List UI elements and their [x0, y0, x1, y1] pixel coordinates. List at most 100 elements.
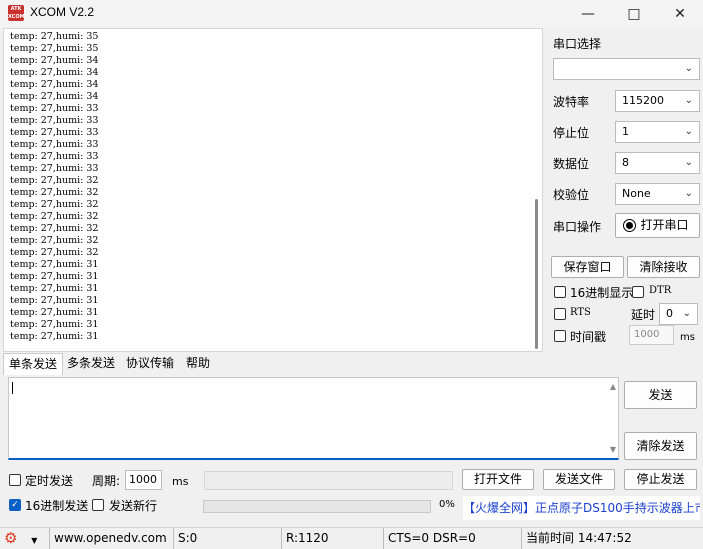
- port-select-label: 串口选择: [553, 37, 602, 51]
- receive-line: temp: 27,humi: 31: [10, 331, 99, 342]
- send-newline-label: 发送新行: [109, 499, 158, 513]
- app-logo-icon: ATK XCOM: [8, 5, 24, 21]
- tab-multi-send[interactable]: 多条发送: [62, 353, 120, 375]
- databits-select[interactable]: 8 ⌄: [615, 152, 700, 174]
- hex-display-checkbox[interactable]: [554, 286, 566, 298]
- receive-line: temp: 27,humi: 31: [10, 319, 99, 330]
- timed-send-checkbox[interactable]: [9, 474, 21, 486]
- baud-label: 波特率: [553, 95, 590, 109]
- parity-label: 校验位: [553, 188, 590, 202]
- timestamp-ms-input[interactable]: 1000: [629, 325, 674, 345]
- period-input[interactable]: 1000: [125, 470, 162, 490]
- send-progress-bar: [203, 500, 431, 513]
- gear-icon: ⚙: [4, 529, 18, 547]
- receive-line: temp: 27,humi: 34: [10, 91, 99, 102]
- tab-single-send[interactable]: 单条发送: [3, 353, 64, 375]
- open-port-label: 打开串口: [640, 218, 689, 232]
- port-op-label: 串口操作: [553, 220, 602, 234]
- chevron-down-icon: ⌄: [684, 157, 693, 168]
- receive-scrollbar[interactable]: [535, 199, 538, 349]
- timed-send-label: 定时发送: [25, 474, 74, 488]
- clear-receive-button[interactable]: 清除接收: [627, 256, 700, 278]
- receive-line: temp: 27,humi: 34: [10, 67, 99, 78]
- stop-send-button[interactable]: 停止发送: [624, 469, 697, 490]
- chevron-down-icon: ⌄: [684, 63, 693, 74]
- status-bar: ⚙ ▼ www.openedv.com S:0 R:1120 CTS=0 DSR…: [0, 527, 703, 549]
- receive-line: temp: 27,humi: 31: [10, 259, 99, 270]
- stopbits-select[interactable]: 1 ⌄: [615, 121, 700, 143]
- receive-line: temp: 27,humi: 32: [10, 175, 99, 186]
- chevron-down-icon: ⌄: [684, 126, 693, 137]
- receive-line: temp: 27,humi: 32: [10, 199, 99, 210]
- receive-lines: temp: 27,humi: 35 temp: 27,humi: 35 temp: …: [10, 31, 98, 343]
- dtr-checkbox[interactable]: [632, 286, 644, 298]
- send-newline-checkbox[interactable]: [92, 499, 104, 511]
- scroll-down-icon[interactable]: ▼: [610, 445, 616, 454]
- current-time: 当前时间 14:47:52: [526, 531, 632, 545]
- receive-area[interactable]: temp: 27,humi: 35 temp: 27,humi: 35 temp: …: [3, 28, 543, 352]
- receive-line: temp: 27,humi: 35: [10, 31, 99, 42]
- minimize-icon[interactable]: —: [565, 0, 611, 28]
- baud-select[interactable]: 115200 ⌄: [615, 90, 700, 112]
- parity-select[interactable]: None ⌄: [615, 183, 700, 205]
- progress-percent: 0%: [439, 499, 455, 510]
- receive-line: temp: 27,humi: 34: [10, 79, 99, 90]
- receive-line: temp: 27,humi: 33: [10, 127, 99, 138]
- send-button[interactable]: 发送: [624, 381, 697, 409]
- receive-line: temp: 27,humi: 32: [10, 211, 99, 222]
- receive-line: temp: 27,humi: 34: [10, 55, 99, 66]
- website-link[interactable]: www.openedv.com: [50, 528, 174, 549]
- timestamp-label: 时间戳: [570, 330, 607, 344]
- receive-line: temp: 27,humi: 33: [10, 139, 99, 150]
- receive-line: temp: 27,humi: 31: [10, 271, 99, 282]
- signal-status: CTS=0 DSR=0 DCD=0: [384, 528, 522, 549]
- sent-count: S:0: [174, 528, 282, 549]
- received-count[interactable]: R:1120: [282, 528, 384, 549]
- send-input[interactable]: ▲ ▼: [8, 377, 619, 460]
- rts-label: RTS: [570, 307, 591, 318]
- title-bar: ATK XCOM XCOM V2.2 — □ ✕: [0, 0, 703, 28]
- timestamp-ms-unit: ms: [680, 332, 695, 343]
- receive-line: temp: 27,humi: 32: [10, 187, 99, 198]
- chevron-down-icon: ▼: [31, 536, 38, 545]
- delay-label: 延时: [631, 308, 656, 322]
- clear-send-button[interactable]: 清除发送: [624, 432, 697, 460]
- chevron-down-icon: ⌄: [684, 188, 693, 199]
- tab-help[interactable]: 帮助: [181, 353, 215, 375]
- maximize-icon[interactable]: □: [611, 0, 657, 28]
- file-path-field[interactable]: [204, 471, 453, 490]
- port-select[interactable]: ⌄: [553, 58, 700, 80]
- dtr-label: DTR: [649, 285, 672, 296]
- tab-protocol[interactable]: 协议传输: [121, 353, 179, 375]
- hex-display-label: 16进制显示: [570, 286, 634, 300]
- receive-line: temp: 27,humi: 33: [10, 163, 99, 174]
- receive-line: temp: 27,humi: 31: [10, 307, 99, 318]
- ad-link[interactable]: 【火爆全网】正点原子DS100手持示波器上市: [463, 496, 700, 520]
- send-file-button[interactable]: 发送文件: [543, 469, 615, 490]
- open-file-button[interactable]: 打开文件: [462, 469, 534, 490]
- receive-line: temp: 27,humi: 33: [10, 151, 99, 162]
- delay-select[interactable]: 0 ⌄: [659, 303, 698, 325]
- settings-menu[interactable]: ⚙ ▼: [0, 528, 50, 549]
- port-status-icon: [623, 219, 636, 232]
- hex-send-label: 16进制发送: [25, 499, 89, 513]
- period-ms-unit: ms: [172, 475, 189, 488]
- timestamp-checkbox[interactable]: [554, 330, 566, 342]
- databits-label: 数据位: [553, 157, 590, 171]
- text-cursor: [12, 382, 13, 394]
- receive-line: temp: 27,humi: 35: [10, 43, 99, 54]
- open-port-button[interactable]: 打开串口: [615, 213, 700, 238]
- period-label: 周期:: [92, 474, 121, 488]
- close-icon[interactable]: ✕: [657, 0, 703, 28]
- receive-line: temp: 27,humi: 32: [10, 235, 99, 246]
- hex-send-checkbox[interactable]: ✓: [9, 499, 21, 511]
- receive-line: temp: 27,humi: 32: [10, 223, 99, 234]
- stopbits-label: 停止位: [553, 126, 590, 140]
- rts-checkbox[interactable]: [554, 308, 566, 320]
- receive-line: temp: 27,humi: 32: [10, 247, 99, 258]
- receive-line: temp: 27,humi: 33: [10, 115, 99, 126]
- scroll-up-icon[interactable]: ▲: [610, 382, 616, 391]
- chevron-down-icon: ⌄: [682, 308, 691, 319]
- save-window-button[interactable]: 保存窗口: [551, 256, 624, 278]
- receive-line: temp: 27,humi: 33: [10, 103, 99, 114]
